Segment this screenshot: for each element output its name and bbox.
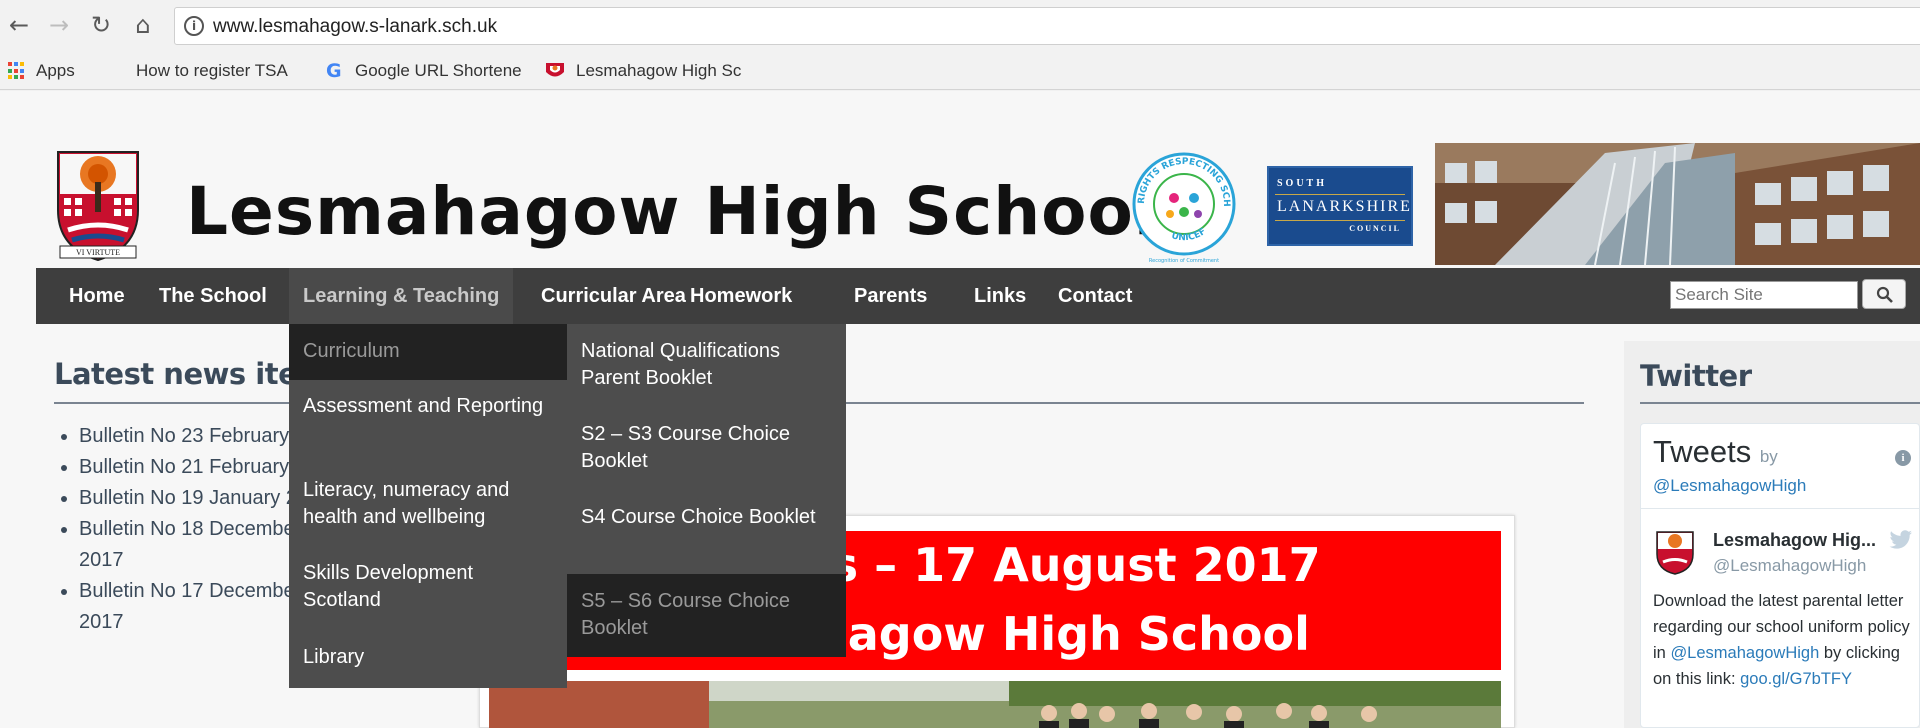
tweet-url-link[interactable]: goo.gl/G7bTFY bbox=[1740, 670, 1852, 688]
site-info-icon[interactable]: i bbox=[184, 16, 204, 36]
bookmark-tsa[interactable]: How to register TSA bbox=[136, 60, 302, 82]
school-crest-favicon-icon bbox=[546, 63, 564, 77]
crest-motto: VI VIRTUTE bbox=[76, 248, 120, 257]
learning-teaching-dropdown: Curriculum Assessment and Reporting Lite… bbox=[289, 324, 567, 688]
site-banner: VI VIRTUTE Lesmahagow High School RIGHTS… bbox=[36, 143, 1920, 268]
slide-headline-line2: hagow High School bbox=[815, 607, 1310, 661]
submenu-item-s2-s3-booklet[interactable]: S2 – S3 Course Choice Booklet bbox=[567, 421, 846, 475]
nav-the-school[interactable]: The School bbox=[145, 268, 281, 324]
submenu-item-s4-booklet[interactable]: S4 Course Choice Booklet bbox=[567, 504, 846, 531]
main-navigation: Home The School Learning & Teaching Curr… bbox=[36, 268, 1920, 324]
tweet-text: Download the latest parental letter rega… bbox=[1653, 588, 1915, 692]
south-lanarkshire-council-logo[interactable]: SOUTH LANARKSHIRE COUNCIL bbox=[1267, 166, 1413, 246]
dropdown-item-assessment-reporting[interactable]: Assessment and Reporting bbox=[289, 393, 567, 420]
tweet-author-handle[interactable]: @LesmahagowHigh bbox=[1713, 556, 1866, 576]
submenu-item-nq-parent-booklet[interactable]: National Qualifications Parent Booklet bbox=[567, 338, 846, 392]
apps-grid-icon bbox=[8, 62, 26, 80]
school-crest-logo[interactable]: VI VIRTUTE bbox=[54, 148, 142, 262]
section-divider bbox=[1640, 402, 1920, 404]
bookmark-lesmahagow[interactable]: Lesmahagow High Sc bbox=[544, 60, 750, 82]
bookmark-label: Google URL Shortene bbox=[355, 61, 522, 80]
tweet-divider bbox=[1641, 508, 1919, 509]
url-text[interactable]: www.lesmahagow.s-lanark.sch.uk bbox=[213, 16, 497, 38]
school-name-heading: Lesmahagow High School bbox=[186, 173, 1158, 250]
tweets-by-label: by bbox=[1759, 447, 1778, 466]
avatar[interactable] bbox=[1653, 528, 1697, 576]
forward-icon[interactable]: → bbox=[44, 10, 74, 40]
school-building-photo bbox=[1435, 143, 1920, 265]
nav-links[interactable]: Links bbox=[960, 268, 1040, 324]
latest-news-heading: Latest news item bbox=[54, 357, 327, 391]
bookmark-label: Lesmahagow High Sc bbox=[576, 61, 742, 80]
slc-line1: SOUTH bbox=[1277, 178, 1328, 189]
bookmarks-bar: Apps How to register TSA G Google URL Sh… bbox=[0, 52, 1920, 90]
dropdown-item-literacy-numeracy[interactable]: Literacy, numeracy and health and wellbe… bbox=[289, 477, 567, 531]
nav-homework[interactable]: Homework bbox=[676, 268, 806, 324]
bookmark-apps[interactable]: Apps bbox=[8, 60, 75, 82]
rrs-caption: Recognition of Commitment bbox=[1149, 258, 1219, 264]
search-button[interactable] bbox=[1862, 279, 1906, 309]
home-icon[interactable]: ⌂ bbox=[128, 10, 158, 40]
curriculum-submenu: National Qualifications Parent Booklet S… bbox=[567, 324, 846, 657]
tweet-author-name[interactable]: Lesmahagow Hig... bbox=[1713, 530, 1876, 551]
tweets-label: Tweets bbox=[1653, 434, 1752, 469]
nav-parents[interactable]: Parents bbox=[840, 268, 941, 324]
slc-rule bbox=[1275, 194, 1405, 195]
search-icon bbox=[1876, 286, 1893, 303]
dropdown-item-curriculum[interactable]: Curriculum bbox=[289, 324, 567, 380]
back-icon[interactable]: ← bbox=[4, 10, 34, 40]
nav-home[interactable]: Home bbox=[55, 268, 139, 324]
google-g-icon: G bbox=[326, 60, 342, 82]
tweets-header: Tweets by bbox=[1653, 434, 1778, 470]
bookmark-label: How to register TSA bbox=[136, 61, 288, 80]
address-bar[interactable]: i www.lesmahagow.s-lanark.sch.uk bbox=[174, 7, 1920, 45]
twitter-bird-icon[interactable] bbox=[1889, 530, 1913, 550]
slide-group-photo bbox=[489, 681, 1501, 728]
search-input[interactable] bbox=[1670, 281, 1858, 309]
dropdown-item-library[interactable]: Library bbox=[289, 644, 567, 671]
twitter-heading: Twitter bbox=[1640, 359, 1752, 393]
submenu-item-s5-s6-booklet[interactable]: S5 – S6 Course Choice Booklet bbox=[567, 574, 846, 657]
web-page: VI VIRTUTE Lesmahagow High School RIGHTS… bbox=[0, 91, 1920, 728]
browser-toolbar: ← → ↻ ⌂ i www.lesmahagow.s-lanark.sch.uk bbox=[0, 0, 1920, 52]
rights-respecting-school-logo[interactable]: RIGHTS RESPECTING SCHOOL UNICEF Recognit… bbox=[1126, 146, 1241, 266]
timeline-handle-link[interactable]: @LesmahagowHigh bbox=[1653, 476, 1806, 496]
twitter-timeline-widget[interactable]: Tweets by @LesmahagowHigh i Lesmahagow H… bbox=[1640, 423, 1920, 728]
slc-line3: COUNCIL bbox=[1349, 224, 1401, 233]
slide-headline-line1: ls – 17 August 2017 bbox=[815, 538, 1321, 592]
bookmark-google-url-shortener[interactable]: G Google URL Shortene bbox=[326, 60, 522, 82]
bookmark-label: Apps bbox=[36, 61, 75, 80]
info-icon[interactable]: i bbox=[1895, 450, 1911, 466]
reload-icon[interactable]: ↻ bbox=[86, 10, 116, 40]
slc-line2: LANARKSHIRE bbox=[1277, 198, 1412, 215]
nav-contact[interactable]: Contact bbox=[1044, 268, 1146, 324]
dropdown-item-skills-development[interactable]: Skills Development Scotland bbox=[289, 560, 567, 614]
slc-rule bbox=[1275, 220, 1405, 221]
nav-learning-teaching[interactable]: Learning & Teaching bbox=[289, 268, 514, 324]
tweet-mention-link[interactable]: @LesmahagowHigh bbox=[1670, 644, 1819, 662]
nav-curricular-area[interactable]: Curricular Area bbox=[527, 268, 700, 324]
